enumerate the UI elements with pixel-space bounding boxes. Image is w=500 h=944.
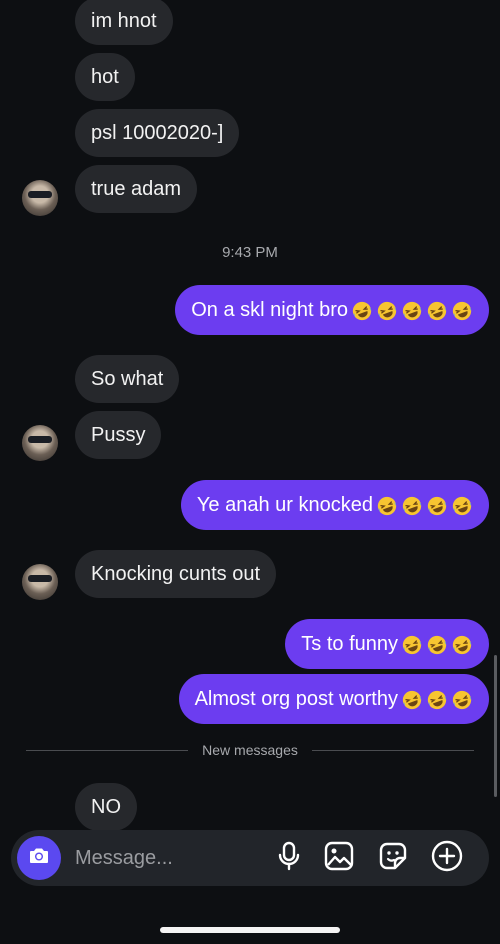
avatar[interactable]: [22, 425, 58, 461]
laughing-emoji-icon: [427, 496, 447, 515]
laughing-emoji-icon: [377, 301, 397, 320]
message-text: true adam: [91, 178, 182, 200]
message-text: NO: [91, 796, 121, 818]
camera-icon: [27, 844, 51, 873]
laughing-emoji-icon: [427, 301, 447, 320]
message-input[interactable]: Message...: [75, 830, 173, 886]
incoming-message[interactable]: hot: [75, 53, 135, 101]
message-text: im hnot: [91, 10, 157, 32]
scrollbar[interactable]: [494, 655, 497, 797]
message-composer: Message...: [11, 830, 489, 886]
outgoing-message[interactable]: Almost org post worthy: [178, 674, 489, 724]
laughing-emoji-icon: [452, 690, 472, 709]
emoji-row: [373, 493, 473, 517]
message-text: hot: [91, 66, 119, 88]
divider-line: [26, 749, 189, 751]
outgoing-message[interactable]: Ts to funny: [285, 619, 489, 669]
divider-line: [311, 749, 475, 751]
add-button[interactable]: [431, 840, 463, 877]
incoming-message[interactable]: Knocking cunts out: [75, 550, 276, 598]
laughing-emoji-icon: [402, 635, 422, 654]
gallery-icon: [324, 841, 354, 876]
laughing-emoji-icon: [352, 301, 372, 320]
sticker-icon: [378, 841, 408, 876]
incoming-message[interactable]: Pussy: [75, 411, 162, 459]
message-text: Almost org post worthy: [194, 688, 398, 710]
outgoing-message[interactable]: Ye anah ur knocked: [180, 480, 489, 530]
sticker-button[interactable]: [377, 842, 409, 874]
incoming-message[interactable]: im hnot: [75, 0, 173, 45]
incoming-message[interactable]: So what: [75, 355, 180, 403]
gallery-button[interactable]: [323, 841, 355, 876]
timestamp: 9:43 PM: [222, 244, 278, 261]
laughing-emoji-icon: [452, 635, 472, 654]
message-text: Pussy: [91, 424, 146, 446]
message-text: psl 10002020-]: [91, 122, 224, 144]
incoming-message[interactable]: NO: [75, 783, 137, 831]
outgoing-message[interactable]: On a skl night bro: [175, 285, 489, 335]
message-text: On a skl night bro: [191, 299, 348, 321]
message-text: Ye anah ur knocked: [196, 494, 373, 516]
plus-icon: [431, 840, 463, 877]
laughing-emoji-icon: [377, 496, 397, 515]
emoji-row: [398, 632, 473, 656]
divider-label: New messages: [202, 742, 298, 758]
message-text: Knocking cunts out: [91, 563, 260, 585]
home-indicator[interactable]: [160, 927, 340, 933]
incoming-message[interactable]: true adam: [75, 165, 198, 213]
message-text: Ts to funny: [301, 633, 398, 655]
laughing-emoji-icon: [402, 496, 422, 515]
laughing-emoji-icon: [452, 301, 472, 320]
laughing-emoji-icon: [427, 690, 447, 709]
emoji-row: [398, 687, 473, 711]
laughing-emoji-icon: [402, 301, 422, 320]
laughing-emoji-icon: [402, 690, 422, 709]
microphone-button[interactable]: [273, 841, 305, 876]
emoji-row: [348, 298, 473, 322]
new-messages-divider: New messages: [26, 738, 475, 762]
incoming-message[interactable]: psl 10002020-]: [75, 109, 240, 157]
laughing-emoji-icon: [452, 496, 472, 515]
avatar[interactable]: [22, 564, 58, 600]
laughing-emoji-icon: [427, 635, 447, 654]
message-text: So what: [91, 368, 164, 390]
camera-button[interactable]: [17, 836, 61, 880]
avatar[interactable]: [22, 180, 58, 216]
microphone-icon: [276, 841, 302, 876]
